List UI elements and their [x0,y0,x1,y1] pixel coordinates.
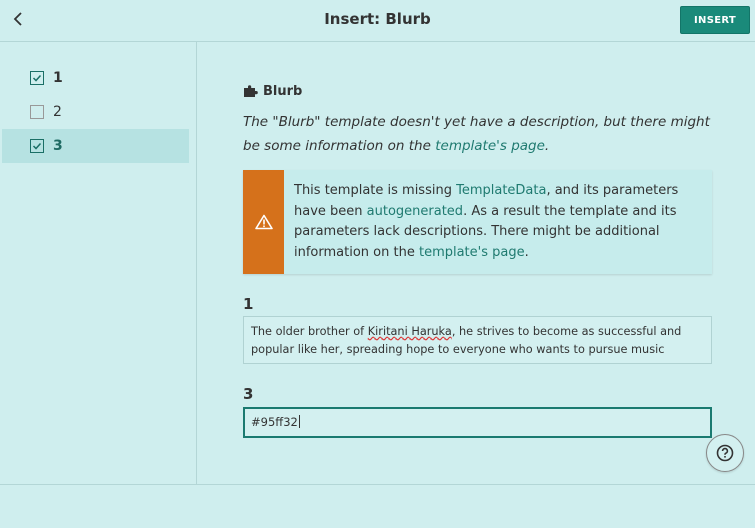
template-name-label: Blurb [263,84,303,99]
insert-button[interactable]: INSERT [680,6,750,34]
description-text-end: . [544,138,550,154]
notice-warning-bar [243,170,284,274]
text-caret [298,415,300,428]
template-page-link[interactable]: template's page [435,138,545,154]
template-description: The "Blurb" template doesn't yet have a … [243,110,713,158]
misspelled-word[interactable]: Kiritani Haruka [368,325,452,338]
checkmark-icon [32,142,42,150]
parameter-sidebar: 1 2 3 [0,42,197,484]
notice-template-page-link[interactable]: template's page [419,245,525,260]
sidebar-item-3[interactable]: 3 [2,129,189,163]
notice-text-part: This template is missing [294,183,457,198]
param-3-value: #95ff32 [251,415,298,429]
param-1-label: 1 [243,295,254,313]
dialog-title: Insert: Blurb [324,10,431,28]
param-1-textarea[interactable]: The older brother of Kiritani Haruka, he… [243,316,712,364]
help-button[interactable] [706,434,744,472]
sidebar-item-label: 2 [53,104,62,120]
templatedata-link[interactable]: TemplateData [456,183,546,198]
param-3-label: 3 [243,385,254,403]
sidebar-item-label: 1 [53,70,63,86]
warning-icon [254,214,273,230]
missing-templatedata-notice: This template is missing TemplateData, a… [243,170,712,274]
param-3-input[interactable]: #95ff32 [243,407,712,438]
dialog-footer [0,484,755,528]
template-name: Blurb [243,84,302,99]
checkbox-unchecked[interactable] [30,105,44,119]
notice-text: This template is missing TemplateData, a… [294,181,704,263]
dialog-header: Insert: Blurb INSERT [0,0,755,42]
puzzle-icon [244,85,258,97]
help-icon [716,444,734,462]
checkbox-checked[interactable] [30,139,44,153]
checkbox-checked[interactable] [30,71,44,85]
autogenerated-link[interactable]: autogenerated [367,204,463,219]
sidebar-item-label: 3 [53,138,63,154]
sidebar-item-1[interactable]: 1 [2,61,189,95]
sidebar-item-2[interactable]: 2 [2,95,189,129]
notice-text-part: . [524,244,529,260]
param-1-text: The older brother of [251,325,368,338]
checkmark-icon [32,74,42,82]
